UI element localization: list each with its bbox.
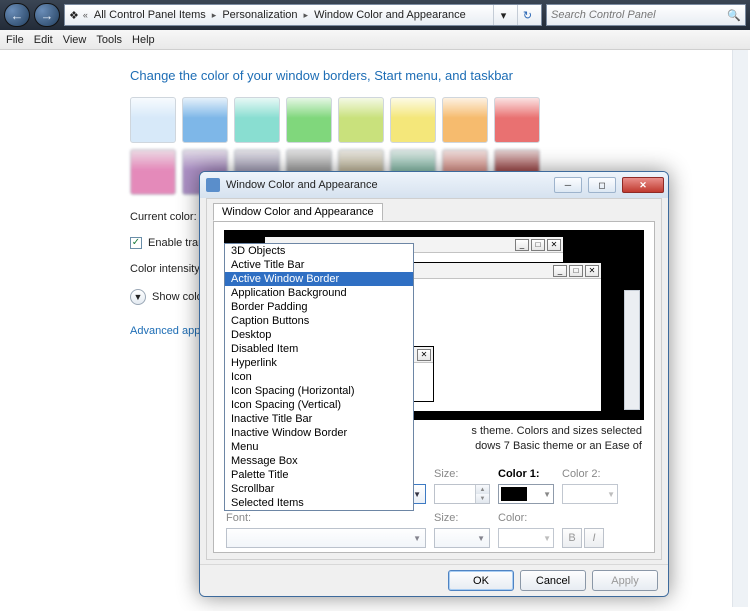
transparency-checkbox[interactable]: ✓ [130,237,142,249]
dropdown-item[interactable]: Border Padding [225,300,413,314]
font-size-combobox[interactable]: ▼ [434,528,490,548]
item-dropdown-list[interactable]: 3D ObjectsActive Title BarActive Window … [224,243,414,511]
menu-edit[interactable]: Edit [34,34,53,46]
dropdown-item[interactable]: Menu [225,440,413,454]
dropdown-item[interactable]: 3D Objects [225,244,413,258]
dropdown-item[interactable]: Scrollbar [225,482,413,496]
chevron-right-icon: ▸ [212,10,217,21]
minimize-button[interactable]: ─ [554,177,582,193]
dialog-footer: OK Cancel Apply [200,564,668,596]
dialog-title: Window Color and Appearance [226,179,378,191]
swatch-sky[interactable] [130,97,176,143]
dropdown-item[interactable]: Active Title Bar [225,258,413,272]
swatch-red[interactable] [494,97,540,143]
back-button[interactable]: ← [4,3,30,27]
current-color-label: Current color: [130,211,197,223]
menu-file[interactable]: File [6,34,24,46]
dialog-titlebar[interactable]: Window Color and Appearance ─ ◻ ✕ [200,172,668,198]
swatch-orange[interactable] [442,97,488,143]
italic-button[interactable]: I [584,528,604,548]
dialog-body: Window Color and Appearance _□✕ _□✕ ✕ s … [206,198,662,560]
color-swatches-row1 [130,97,650,143]
menu-bar: File Edit View Tools Help [0,30,750,50]
size-label: Size: [434,468,490,480]
dropdown-item[interactable]: Inactive Title Bar [225,412,413,426]
menu-tools[interactable]: Tools [96,34,122,46]
dropdown-item[interactable]: Application Background [225,286,413,300]
refresh-button[interactable]: ↻ [517,5,537,25]
show-mixer-toggle[interactable]: ▼ [130,289,146,305]
dropdown-item[interactable]: Desktop [225,328,413,342]
dialog-icon [206,178,220,192]
swatch-blue[interactable] [182,97,228,143]
cancel-button[interactable]: Cancel [520,570,586,591]
font-color-label: Color: [498,512,554,524]
breadcrumb-item[interactable]: All Control Panel Items [92,9,208,21]
forward-button[interactable]: → [34,3,60,27]
dropdown-item[interactable]: Caption Buttons [225,314,413,328]
color1-label: Color 1: [498,468,554,480]
dropdown-item[interactable]: Active Window Border [225,272,413,286]
font-combobox[interactable]: ▼ [226,528,426,548]
dropdown-item[interactable]: Icon Spacing (Horizontal) [225,384,413,398]
close-button[interactable]: ✕ [622,177,664,193]
chevron-icon: « [83,10,88,20]
dropdown-item[interactable]: Message Box [225,454,413,468]
color2-picker[interactable]: ▼ [562,484,618,504]
breadcrumb-item[interactable]: Window Color and Appearance [312,9,468,21]
appearance-dialog: Window Color and Appearance ─ ◻ ✕ Window… [199,171,669,597]
menu-view[interactable]: View [63,34,87,46]
color1-chip [501,487,527,501]
font-label: Font: [226,512,426,524]
chevron-down-icon: ▼ [413,490,421,499]
swatch-yellow[interactable] [390,97,436,143]
swatch-pink[interactable] [130,149,176,195]
color1-picker[interactable]: ▼ [498,484,554,504]
breadcrumb-item[interactable]: Personalization [220,9,299,21]
search-box[interactable]: Search Control Panel 🔍 [546,4,746,26]
menu-help[interactable]: Help [132,34,155,46]
intensity-label: Color intensity: [130,263,203,275]
address-dropdown[interactable]: ▾ [493,5,513,25]
search-icon: 🔍 [727,9,741,22]
dropdown-item[interactable]: Palette Title [225,468,413,482]
swatch-lime[interactable] [338,97,384,143]
dropdown-item[interactable]: Selected Items [225,496,413,510]
swatch-green[interactable] [286,97,332,143]
preview-scrollbar [624,290,640,410]
swatch-teal[interactable] [234,97,280,143]
dropdown-item[interactable]: ToolTip [225,510,413,511]
dropdown-item[interactable]: Hyperlink [225,356,413,370]
dropdown-item[interactable]: Icon [225,370,413,384]
tab-appearance[interactable]: Window Color and Appearance [213,203,383,221]
search-placeholder: Search Control Panel [551,9,656,21]
address-bar[interactable]: ❖ « All Control Panel Items ▸ Personaliz… [64,4,542,26]
size-spinner[interactable]: ▲▼ [434,484,490,504]
dropdown-item[interactable]: Disabled Item [225,342,413,356]
font-size-label: Size: [434,512,490,524]
font-color-picker[interactable]: ▼ [498,528,554,548]
explorer-navbar: ← → ❖ « All Control Panel Items ▸ Person… [0,0,750,30]
ok-button[interactable]: OK [448,570,514,591]
page-scrollbar[interactable] [732,50,748,607]
dropdown-item[interactable]: Icon Spacing (Vertical) [225,398,413,412]
maximize-button[interactable]: ◻ [588,177,616,193]
bold-button[interactable]: B [562,528,582,548]
control-panel-icon: ❖ [69,9,79,22]
chevron-right-icon: ▸ [304,10,309,21]
color2-label: Color 2: [562,468,618,480]
page-heading: Change the color of your window borders,… [130,68,710,83]
dropdown-item[interactable]: Inactive Window Border [225,426,413,440]
apply-button[interactable]: Apply [592,570,658,591]
